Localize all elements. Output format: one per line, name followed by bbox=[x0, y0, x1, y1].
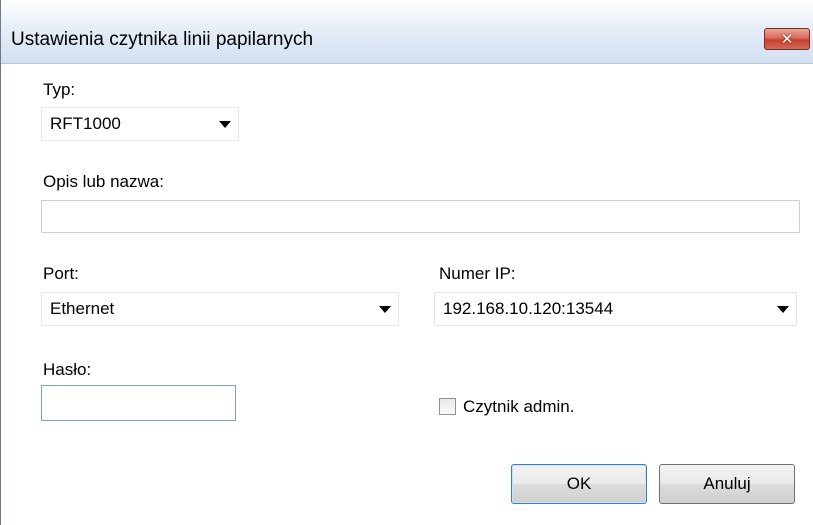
type-label: Typ: bbox=[43, 80, 76, 99]
description-label: Opis lub nazwa: bbox=[43, 172, 164, 191]
close-icon: ✕ bbox=[780, 31, 794, 48]
cancel-button[interactable]: Anuluj bbox=[659, 464, 795, 504]
port-label: Port: bbox=[43, 264, 79, 283]
ok-button[interactable]: OK bbox=[511, 464, 647, 504]
ip-select[interactable]: 192.168.10.120:13544 bbox=[434, 292, 797, 326]
ip-label: Numer IP: bbox=[439, 264, 516, 283]
chevron-down-icon bbox=[212, 120, 238, 128]
window-title: Ustawienia czytnika linii papilarnych bbox=[11, 29, 314, 50]
type-select-value: RFT1000 bbox=[50, 114, 121, 133]
admin-reader-label[interactable]: Czytnik admin. bbox=[463, 397, 574, 417]
description-field[interactable] bbox=[41, 200, 800, 233]
title-bar[interactable]: Ustawienia czytnika linii papilarnych ✕ bbox=[1, 0, 813, 64]
password-field[interactable] bbox=[41, 385, 236, 421]
ip-select-value: 192.168.10.120:13544 bbox=[443, 299, 614, 318]
dialog-content: Typ: RFT1000 Opis lub nazwa: Port: Ether… bbox=[1, 64, 813, 525]
port-select-value: Ethernet bbox=[50, 299, 115, 318]
dialog-window: Ustawienia czytnika linii papilarnych ✕ … bbox=[0, 0, 813, 525]
port-select[interactable]: Ethernet bbox=[41, 292, 399, 326]
admin-reader-checkbox[interactable] bbox=[439, 398, 456, 415]
chevron-down-icon bbox=[770, 305, 796, 313]
type-select[interactable]: RFT1000 bbox=[41, 107, 239, 141]
password-label: Hasło: bbox=[43, 360, 92, 379]
close-button[interactable]: ✕ bbox=[764, 28, 810, 50]
chevron-down-icon bbox=[372, 305, 398, 313]
